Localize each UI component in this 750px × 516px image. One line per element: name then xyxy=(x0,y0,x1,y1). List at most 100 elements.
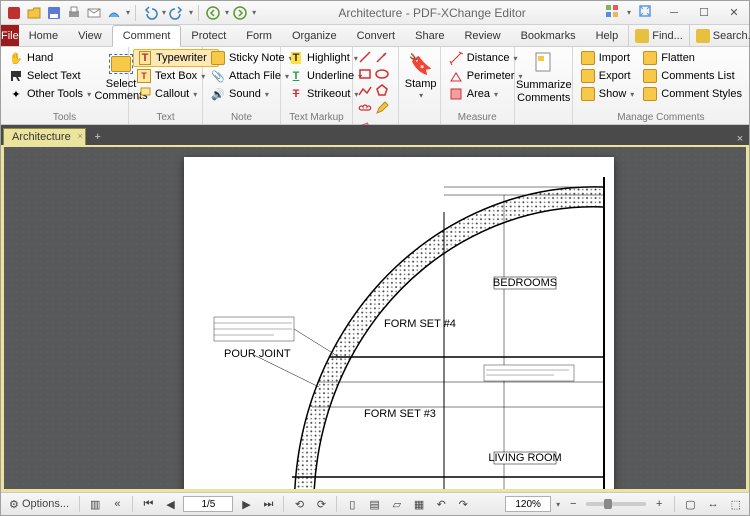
tab-help[interactable]: Help xyxy=(586,25,629,46)
living-label: LIVING ROOM xyxy=(488,452,561,464)
sound-icon: 🔊 xyxy=(210,86,226,102)
svg-text:FORM SET #4: FORM SET #4 xyxy=(384,318,456,330)
rect-tool[interactable] xyxy=(357,66,373,82)
save-icon[interactable] xyxy=(45,4,63,22)
next-icon[interactable] xyxy=(231,4,249,22)
fullscreen-icon[interactable] xyxy=(637,3,653,22)
cursor-icon xyxy=(8,68,24,84)
import-icon xyxy=(580,50,596,66)
tools-icon: ✦ xyxy=(8,86,24,102)
area-tool[interactable]: Area▾ xyxy=(445,85,526,103)
find-icon xyxy=(635,29,649,43)
nav-back[interactable]: ⟲ xyxy=(290,495,308,513)
import-comments[interactable]: Import xyxy=(577,49,638,67)
summarize-comments[interactable]: Summarize Comments xyxy=(519,49,569,105)
paperclip-icon: 📎 xyxy=(210,68,226,84)
tab-home[interactable]: Home xyxy=(19,25,68,46)
layout-single[interactable]: ▯ xyxy=(343,495,361,513)
line-tool[interactable] xyxy=(357,49,373,65)
comment-styles[interactable]: Comment Styles xyxy=(639,85,745,103)
zoom-slider[interactable] xyxy=(586,502,646,506)
tab-share[interactable]: Share xyxy=(405,25,454,46)
zoom-in[interactable]: + xyxy=(650,495,668,513)
fit-page[interactable]: ▢ xyxy=(681,495,699,513)
maximize-button[interactable]: ☐ xyxy=(689,1,719,25)
gear-icon: ⚙ xyxy=(9,498,19,511)
print-icon[interactable] xyxy=(65,4,83,22)
zoom-out[interactable]: − xyxy=(564,495,582,513)
group-label: Tools xyxy=(5,111,124,124)
distance-tool[interactable]: Distance▾ xyxy=(445,49,526,67)
svg-text:POUR JOINT: POUR JOINT xyxy=(224,348,291,360)
rotate-cw[interactable]: ↷ xyxy=(454,495,472,513)
close-tab-icon[interactable]: × xyxy=(77,131,82,141)
comments-list[interactable]: Comments List xyxy=(639,67,745,85)
callout-icon xyxy=(136,86,152,102)
polygon-tool[interactable] xyxy=(374,83,390,99)
tab-review[interactable]: Review xyxy=(454,25,510,46)
layout-facing-cont[interactable]: ▦ xyxy=(410,495,428,513)
find-button[interactable]: Find... xyxy=(628,25,689,46)
tab-convert[interactable]: Convert xyxy=(347,25,406,46)
redo-icon[interactable] xyxy=(168,4,186,22)
cloud-tool[interactable] xyxy=(357,100,373,116)
document-viewport[interactable]: BEDROOMS LIVING ROOM POUR JOINT FORM SET… xyxy=(1,145,749,492)
nav-collapse[interactable]: « xyxy=(108,495,126,513)
hand-icon: ✋ xyxy=(8,50,24,66)
perimeter-tool[interactable]: Perimeter▾ xyxy=(445,67,526,85)
flatten-comments[interactable]: Flatten xyxy=(639,49,745,67)
qat-dropdown-icon[interactable]: ▾ xyxy=(126,8,130,17)
close-button[interactable]: ✕ xyxy=(719,1,749,25)
options-button[interactable]: ⚙ Options... xyxy=(5,495,73,513)
zoom-actual[interactable]: ⬚ xyxy=(727,495,745,513)
email-icon[interactable] xyxy=(85,4,103,22)
select-comments-icon xyxy=(109,52,133,76)
tab-comment[interactable]: Comment xyxy=(112,25,182,47)
tab-bookmarks[interactable]: Bookmarks xyxy=(511,25,586,46)
flatten-icon xyxy=(642,50,658,66)
sidebar-toggle[interactable]: ▥ xyxy=(86,495,104,513)
scan-icon[interactable] xyxy=(105,4,123,22)
nav-fwd[interactable]: ⟳ xyxy=(312,495,330,513)
layout-facing[interactable]: ▱ xyxy=(388,495,406,513)
export-comments[interactable]: Export xyxy=(577,67,638,85)
first-page[interactable]: ⏮ xyxy=(139,495,157,513)
tab-organize[interactable]: Organize xyxy=(282,25,347,46)
zoom-input[interactable] xyxy=(505,496,551,512)
fit-width[interactable]: ↔ xyxy=(704,495,723,513)
ui-options-icon[interactable] xyxy=(604,3,620,22)
hand-tool[interactable]: ✋Hand xyxy=(5,49,94,67)
minimize-button[interactable]: ─ xyxy=(659,1,689,25)
svg-text:FORM SET #3: FORM SET #3 xyxy=(364,408,436,420)
tab-form[interactable]: Form xyxy=(236,25,282,46)
next-page[interactable]: ▶ xyxy=(237,495,255,513)
tab-protect[interactable]: Protect xyxy=(181,25,236,46)
polyline-tool[interactable] xyxy=(357,83,373,99)
search-button[interactable]: Search... xyxy=(689,25,750,46)
other-tools[interactable]: ✦Other Tools▾ xyxy=(5,85,94,103)
bedrooms-label: BEDROOMS xyxy=(493,277,557,289)
highlight-icon: T xyxy=(288,50,304,66)
show-comments[interactable]: Show▾ xyxy=(577,85,638,103)
layout-continuous[interactable]: ▤ xyxy=(365,495,383,513)
last-page[interactable]: ⏭ xyxy=(259,495,277,513)
page-number-input[interactable] xyxy=(183,496,233,512)
select-text-tool[interactable]: Select Text xyxy=(5,67,94,85)
window-title: Architecture - PDF-XChange Editor xyxy=(260,6,604,20)
file-menu[interactable]: File xyxy=(1,25,19,46)
open-icon[interactable] xyxy=(25,4,43,22)
oval-tool[interactable] xyxy=(374,66,390,82)
add-tab-button[interactable]: + xyxy=(90,129,106,145)
list-icon xyxy=(642,68,658,84)
undo-icon[interactable] xyxy=(141,4,159,22)
tab-view[interactable]: View xyxy=(68,25,112,46)
close-all-icon[interactable]: × xyxy=(731,133,749,145)
perimeter-icon xyxy=(448,68,464,84)
prev-page[interactable]: ◀ xyxy=(161,495,179,513)
rotate-ccw[interactable]: ↶ xyxy=(432,495,450,513)
stamp-tool[interactable]: 🔖Stamp▾ xyxy=(403,49,439,105)
prev-icon[interactable] xyxy=(204,4,222,22)
document-tab[interactable]: Architecture× xyxy=(3,128,86,145)
arrow-tool[interactable] xyxy=(374,49,390,65)
pencil-tool[interactable] xyxy=(374,100,390,116)
